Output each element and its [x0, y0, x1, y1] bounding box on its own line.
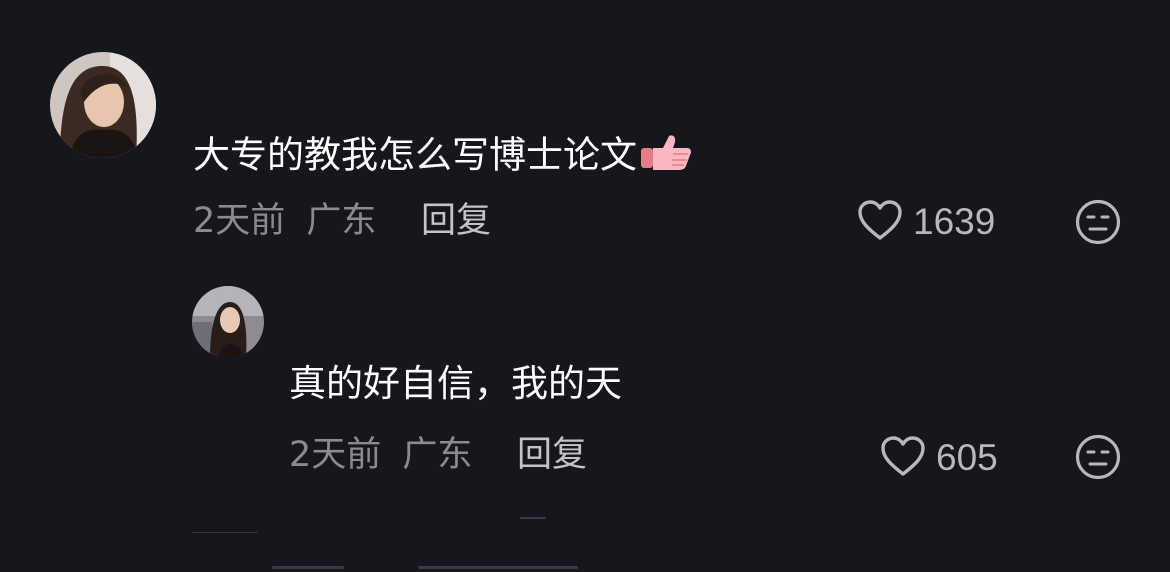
comment-location: 广东 [306, 201, 377, 241]
avatar-commenter[interactable] [50, 52, 156, 158]
expand-replies-divider [192, 532, 258, 533]
reply-meta: 2天前 广东 [289, 433, 472, 477]
reply-button[interactable]: 回复 [421, 199, 491, 243]
avatar-replier[interactable] [192, 286, 264, 358]
partial-content [520, 517, 546, 519]
reply-location: 广东 [402, 435, 473, 475]
meh-face-icon [1074, 434, 1122, 485]
reply-reply-button[interactable]: 回复 [517, 433, 587, 477]
comment-time: 2天前 [193, 201, 286, 241]
comment-meta: 2天前 广东 [193, 199, 376, 243]
comment-text: 大专的教我怎么写博士论文 [193, 132, 693, 182]
partial-content [418, 566, 578, 569]
comment-text-content: 大专的教我怎么写博士论文 [193, 133, 637, 177]
meh-face-icon [1074, 199, 1122, 250]
partial-content [272, 566, 344, 569]
reply-like-button[interactable]: 605 [880, 435, 998, 481]
heart-outline-icon [880, 435, 926, 481]
like-button[interactable]: 1639 [857, 199, 995, 245]
like-count: 1639 [913, 201, 996, 242]
reply-like-count: 605 [936, 437, 998, 478]
reply-time: 2天前 [289, 435, 382, 475]
reply-dislike-button[interactable] [1074, 433, 1122, 485]
heart-outline-icon [857, 199, 903, 245]
reply-text: 真的好自信，我的天 [289, 362, 622, 405]
dislike-button[interactable] [1074, 198, 1122, 250]
thumbs-up-emoji [639, 132, 693, 182]
